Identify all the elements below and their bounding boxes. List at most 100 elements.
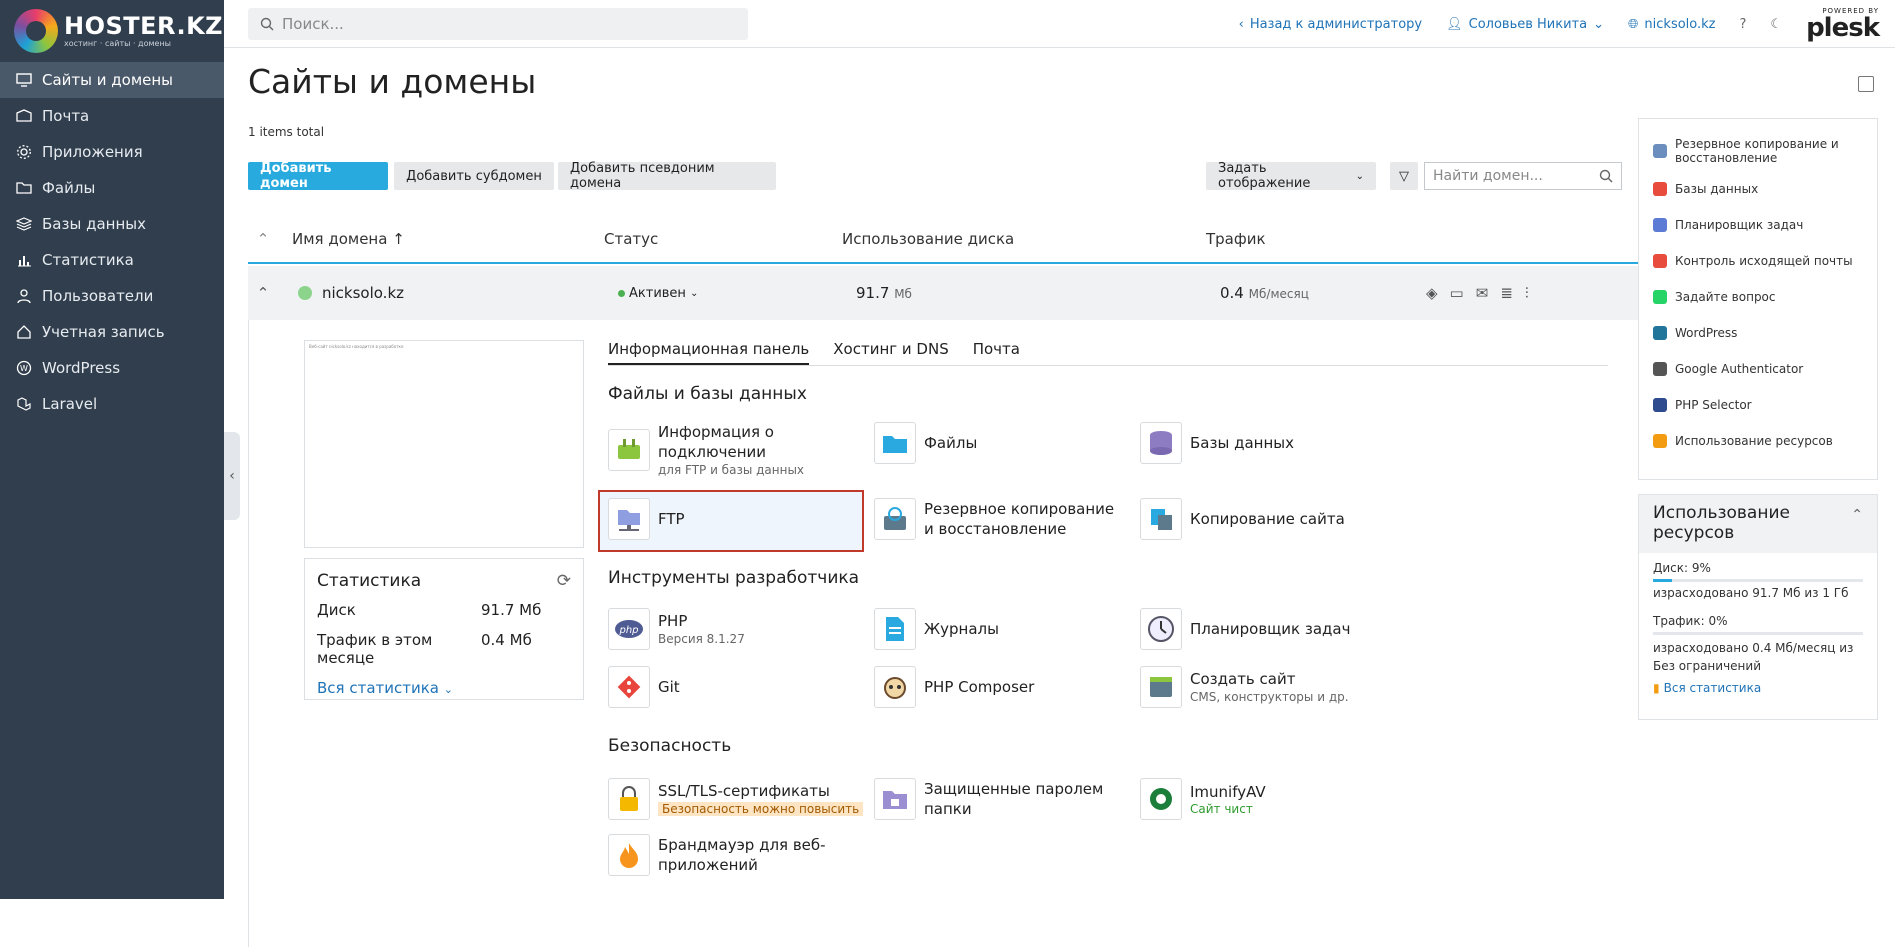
sidebar-item-9[interactable]: WWordPress xyxy=(0,350,224,386)
filter-button[interactable]: ▽ xyxy=(1390,162,1418,190)
quick-link-8[interactable]: PHP Selector xyxy=(1639,387,1877,423)
chevron-up-icon[interactable]: ⌃ xyxy=(248,284,278,302)
column-traffic[interactable]: Трафик xyxy=(1206,230,1266,248)
all-stats-link[interactable]: Вся статистика ⌄ xyxy=(317,679,571,697)
sidebar-item-6[interactable]: Статистика xyxy=(0,242,224,278)
add-domain-button[interactable]: Добавить домен xyxy=(248,162,388,190)
column-domain-name[interactable]: Имя домена ↑ xyxy=(292,230,604,248)
mail-icon[interactable]: ✉︎ xyxy=(1476,284,1489,302)
set-view-button[interactable]: Задать отображение⌄ xyxy=(1206,162,1376,190)
tool-protected-dirs[interactable]: Защищенные паролем папки xyxy=(874,778,1134,820)
tool-composer[interactable]: PHP Composer xyxy=(874,666,1134,708)
traffic-value: 0.4 xyxy=(1220,284,1244,302)
quick-link-9[interactable]: Использование ресурсов xyxy=(1639,423,1877,459)
tool-scheduler[interactable]: Планировщик задач xyxy=(1140,608,1400,650)
panel-toggle-icon[interactable] xyxy=(1858,76,1874,92)
back-to-admin-link[interactable]: ‹Назад к администратору xyxy=(1239,17,1423,32)
tool-files[interactable]: Файлы xyxy=(874,422,1134,464)
site-preview[interactable]: Веб-сайт nicksolo.kz находится в разрабо… xyxy=(304,340,584,548)
theme-toggle[interactable]: ☾ xyxy=(1770,17,1782,32)
search-input[interactable]: Поиск... xyxy=(248,8,748,40)
svg-text:php: php xyxy=(618,625,638,636)
domain-name-link[interactable]: nicksolo.kz xyxy=(322,284,618,302)
chevron-down-icon: ⌄ xyxy=(1356,171,1364,182)
traffic-usage: 0.4 Мб/месяц xyxy=(1220,284,1426,302)
tool-php-sub: Версия 8.1.27 xyxy=(658,631,745,647)
database-icon[interactable]: ≣ xyxy=(1500,284,1513,302)
sidebar-item-7[interactable]: Пользователи xyxy=(0,278,224,314)
quick-link-7[interactable]: Google Authenticator xyxy=(1639,351,1877,387)
sidebar-item-2[interactable]: Почта xyxy=(0,98,224,134)
quick-link-2[interactable]: Базы данных xyxy=(1639,171,1877,207)
tool-waf-label: Брандмауэр для веб-приложений xyxy=(658,835,828,875)
imunify-status: Сайт чист xyxy=(1190,802,1266,816)
quick-link-icon xyxy=(1653,434,1667,448)
tool-connection-info[interactable]: Информация о подключениидля FTP и базы д… xyxy=(608,422,868,478)
sidebar-item-label: Пользователи xyxy=(42,287,153,305)
sidebar-item-5[interactable]: Базы данных xyxy=(0,206,224,242)
php-icon: php xyxy=(608,608,650,650)
tool-databases-label: Базы данных xyxy=(1190,433,1294,453)
quick-link-6[interactable]: WordPress xyxy=(1639,315,1877,351)
quick-link-5[interactable]: Задайте вопрос xyxy=(1639,279,1877,315)
help-icon: ? xyxy=(1740,17,1747,32)
find-domain-placeholder: Найти домен... xyxy=(1433,168,1543,184)
sidebar-item-3[interactable]: Приложения xyxy=(0,134,224,170)
quick-link-label: Использование ресурсов xyxy=(1675,434,1833,448)
tool-ssl[interactable]: SSL/TLS-сертификатыБезопасность можно по… xyxy=(608,778,868,820)
tab-hosting-dns[interactable]: Хостинг и DNS xyxy=(833,340,948,365)
collapse-all-icon[interactable]: ⌃ xyxy=(248,230,278,248)
tool-imunify[interactable]: ImunifyAVСайт чист xyxy=(1140,778,1400,820)
tab-mail[interactable]: Почта xyxy=(973,340,1020,365)
tool-waf[interactable]: Брандмауэр для веб-приложений xyxy=(608,834,868,876)
sidebar-item-1[interactable]: Сайты и домены xyxy=(0,62,224,98)
table-row[interactable]: ⌃ nicksolo.kz Активен⌄ 91.7 Мб 0.4 Мб/ме… xyxy=(248,266,1644,320)
sidebar-item-4[interactable]: Файлы xyxy=(0,170,224,206)
quick-link-icon xyxy=(1653,326,1667,340)
domain-label: nicksolo.kz xyxy=(1644,17,1715,32)
all-resource-stats-link[interactable]: ▮Вся статистика xyxy=(1653,681,1863,695)
settings-sliders-icon[interactable]: ⫶ xyxy=(1525,284,1529,302)
domain-link[interactable]: 🌐︎nicksolo.kz xyxy=(1628,17,1715,32)
site-builder-icon xyxy=(1140,666,1182,708)
quick-link-3[interactable]: Планировщик задач xyxy=(1639,207,1877,243)
brand-logo[interactable]: HOSTER.KZ хостинг · сайты · домены xyxy=(0,0,224,62)
items-total: 1 items total xyxy=(248,125,324,139)
tab-dashboard[interactable]: Информационная панель xyxy=(608,340,809,365)
sidebar-item-10[interactable]: Laravel xyxy=(0,386,224,422)
status-dropdown[interactable]: Активен⌄ xyxy=(618,286,856,301)
sidebar-collapse-handle[interactable]: ‹ xyxy=(224,432,240,520)
sidebar-item-8[interactable]: Учетная запись xyxy=(0,314,224,350)
traffic-usage-label: Трафик: 0% xyxy=(1653,614,1863,628)
laravel-icon xyxy=(16,396,32,412)
quick-link-icon xyxy=(1653,254,1667,268)
quick-link-icon xyxy=(1653,362,1667,376)
quick-link-4[interactable]: Контроль исходящей почты xyxy=(1639,243,1877,279)
user-menu[interactable]: 👤︎Соловьев Никита⌄ xyxy=(1446,17,1604,32)
tool-databases[interactable]: Базы данных xyxy=(1140,422,1400,464)
find-domain-input[interactable]: Найти домен... xyxy=(1424,162,1622,190)
help-button[interactable]: ? xyxy=(1740,17,1747,32)
disk-usage-detail: израсходовано 91.7 Мб из 1 Гб xyxy=(1653,586,1863,600)
column-status[interactable]: Статус xyxy=(604,230,842,248)
tool-copy-site[interactable]: Копирование сайта xyxy=(1140,498,1400,540)
folder-icon[interactable]: ▭ xyxy=(1450,284,1464,302)
tool-logs[interactable]: Журналы xyxy=(874,608,1134,650)
tool-php[interactable]: php PHPВерсия 8.1.27 xyxy=(608,608,868,650)
section-dev-tools: Инструменты разработчика xyxy=(608,568,859,588)
tool-ftp[interactable]: FTP xyxy=(608,498,868,540)
refresh-icon[interactable]: ⟳ xyxy=(557,571,571,591)
stats-traffic-value: 0.4 Мб xyxy=(481,631,532,667)
tool-backup[interactable]: Резервное копирование и восстановление xyxy=(874,498,1134,540)
column-disk[interactable]: Использование диска xyxy=(842,230,1206,248)
tool-files-label: Файлы xyxy=(924,433,977,453)
resource-usage-header[interactable]: Использование ресурсов ⌃ xyxy=(1639,495,1877,553)
add-alias-button[interactable]: Добавить псевдоним домена xyxy=(558,162,776,190)
add-subdomain-button[interactable]: Добавить субдомен xyxy=(394,162,554,190)
drop-icon[interactable]: ◈ xyxy=(1426,284,1438,302)
chevron-up-icon[interactable]: ⌃ xyxy=(1851,505,1863,525)
quick-link-1[interactable]: Резервное копирование и восстановление xyxy=(1639,131,1877,171)
tool-create-site[interactable]: Создать сайтCMS, конструкторы и др. xyxy=(1140,666,1400,708)
tool-git[interactable]: Git xyxy=(608,666,868,708)
wordpress-icon: W xyxy=(16,360,32,376)
